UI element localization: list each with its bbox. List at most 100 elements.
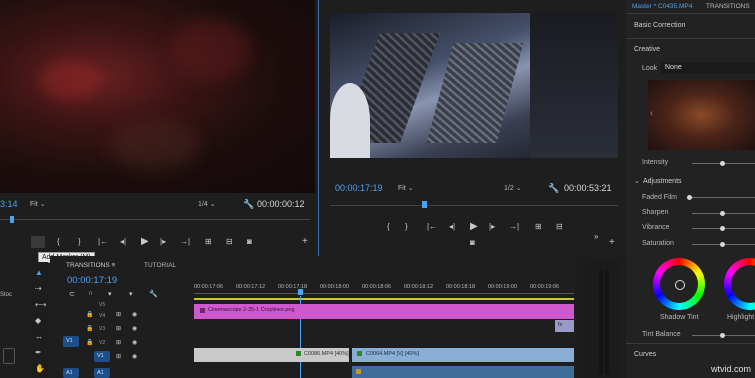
export-frame-icon[interactable]: ◙ xyxy=(470,238,475,247)
step-forward-icon[interactable]: |▸ xyxy=(160,237,166,246)
sync-lock-icon[interactable]: ⊞ xyxy=(116,325,121,332)
lock-icon[interactable]: 🔒 xyxy=(86,339,93,346)
track-select-tool-icon[interactable]: ⇢ xyxy=(35,284,42,293)
intensity-knob[interactable] xyxy=(720,161,725,166)
add-marker-button[interactable] xyxy=(31,236,45,248)
track-v3-label: V3 xyxy=(99,326,106,332)
play-icon[interactable]: ▶ xyxy=(470,221,478,232)
wrench-icon[interactable]: 🔧 xyxy=(149,290,158,298)
sync-lock-icon[interactable]: ⊞ xyxy=(116,311,121,318)
wrench-icon[interactable]: 🔧 xyxy=(548,183,559,194)
overwrite-icon[interactable]: ⊟ xyxy=(226,237,233,246)
source-scrub-bar[interactable] xyxy=(0,216,310,223)
audio-meters xyxy=(585,262,621,378)
add-button-icon[interactable]: + xyxy=(609,237,615,248)
hand-tool-icon[interactable]: ✋ xyxy=(35,364,45,373)
linked-selection-icon[interactable]: ∩ xyxy=(88,290,93,297)
tab-timeline-transitions[interactable]: TRANSITIONS ≡ xyxy=(66,262,115,269)
track-v2-label: V2 xyxy=(99,340,106,346)
program-fit-select[interactable]: Fit ⌄ xyxy=(398,184,414,192)
program-scrub-bar[interactable] xyxy=(330,200,618,210)
pen-tool-icon[interactable]: ✒ xyxy=(35,348,42,357)
section-curves[interactable]: Curves xyxy=(634,351,656,358)
settings-overflow-icon[interactable]: » xyxy=(594,232,598,241)
track-a1-label[interactable]: A1 xyxy=(94,368,110,378)
timeline-settings-icon[interactable]: ▾ xyxy=(129,290,133,298)
saturation-knob[interactable] xyxy=(720,242,725,247)
sync-lock-icon[interactable]: ⊞ xyxy=(116,339,121,346)
tint-balance-label: Tint Balance xyxy=(642,331,681,338)
lock-icon[interactable]: 🔒 xyxy=(86,325,93,332)
playhead-icon[interactable] xyxy=(298,289,303,295)
eye-icon[interactable]: ◉ xyxy=(132,325,137,332)
go-to-in-icon[interactable]: |← xyxy=(427,222,437,231)
watermark: wtvid.com xyxy=(711,364,752,374)
ruler-tick: 00:00:17:12 xyxy=(236,284,266,290)
track-v1-label[interactable]: V1 xyxy=(94,351,110,362)
adjustments-label[interactable]: Adjustments xyxy=(643,178,682,185)
export-frame-icon[interactable]: ◙ xyxy=(247,237,252,246)
step-back-icon[interactable]: ◂| xyxy=(449,222,455,231)
chevron-down-icon[interactable]: ⌄ xyxy=(634,177,640,185)
eye-icon[interactable]: ◉ xyxy=(132,353,137,360)
clip-c0064[interactable]: C0064.MP4 [V] [40%] xyxy=(352,348,574,362)
audio-clip[interactable] xyxy=(352,366,574,378)
program-fraction-select[interactable]: 1/2 ⌄ xyxy=(504,184,522,192)
lock-icon[interactable]: 🔒 xyxy=(86,311,93,318)
go-to-out-icon[interactable]: →| xyxy=(509,222,519,231)
tint-balance-knob[interactable] xyxy=(720,333,725,338)
play-icon[interactable]: ▶ xyxy=(141,236,149,247)
tab-master[interactable]: Master * C0435.MP4 xyxy=(632,3,692,10)
section-creative[interactable]: Creative xyxy=(634,46,660,53)
razor-tool-icon[interactable]: ◆ xyxy=(35,316,41,325)
step-back-icon[interactable]: ◂| xyxy=(120,237,126,246)
highlight-tint-wheel[interactable] xyxy=(724,258,755,310)
source-timecode[interactable]: 3:14 xyxy=(0,199,18,209)
mark-in-icon[interactable]: { xyxy=(57,237,60,246)
clip-cinemascope[interactable]: Cinemascope 2-35-1 Croplines.png xyxy=(194,304,574,319)
ruler-tick: 00:00:18:12 xyxy=(404,284,434,290)
look-select[interactable]: None xyxy=(661,62,755,74)
selection-tool-icon[interactable]: ▲ xyxy=(35,268,43,277)
source-fraction-select[interactable]: 1/4 ⌄ xyxy=(198,200,216,208)
lift-icon[interactable]: ⊞ xyxy=(535,222,542,231)
shadow-tint-label: Shadow Tint xyxy=(660,314,699,321)
snap-icon[interactable]: ⊂ xyxy=(69,290,75,298)
playhead-icon[interactable] xyxy=(10,216,14,223)
menu-icon[interactable]: ≡ xyxy=(112,262,116,269)
mark-out-icon[interactable]: } xyxy=(78,237,81,246)
sync-lock-icon[interactable]: ⊞ xyxy=(116,353,121,360)
playhead-icon[interactable] xyxy=(422,201,427,208)
shadow-tint-wheel[interactable] xyxy=(653,258,705,310)
ripple-tool-icon[interactable]: ⟷ xyxy=(35,300,46,309)
faded-film-slider[interactable] xyxy=(692,197,755,198)
go-to-in-icon[interactable]: |← xyxy=(98,237,108,246)
section-basic-correction[interactable]: Basic Correction xyxy=(634,22,685,29)
extract-icon[interactable]: ⊟ xyxy=(556,222,563,231)
clip-c0086[interactable]: C0086.MP4 [40%] xyxy=(194,348,349,362)
add-marker-icon[interactable]: ▾ xyxy=(108,290,112,298)
chevron-left-icon[interactable]: ‹ xyxy=(650,108,653,119)
eye-icon[interactable]: ◉ xyxy=(132,311,137,318)
source-fit-select[interactable]: Fit ⌄ xyxy=(30,200,46,208)
step-forward-icon[interactable]: |▸ xyxy=(489,222,495,231)
time-ruler[interactable]: 00:00:17:06 00:00:17:12 00:00:17:18 00:0… xyxy=(194,281,574,301)
go-to-out-icon[interactable]: →| xyxy=(180,237,190,246)
tab-tutorial[interactable]: TUTORIAL xyxy=(144,262,176,269)
vibrance-knob[interactable] xyxy=(720,226,725,231)
wrench-icon[interactable]: 🔧 xyxy=(243,199,254,210)
tab-transitions[interactable]: TRANSITIONS xyxy=(706,3,750,10)
track-v1-target[interactable]: V1 xyxy=(63,336,79,347)
program-timecode[interactable]: 00:00:17:19 xyxy=(335,183,383,193)
sharpen-knob[interactable] xyxy=(720,211,725,216)
mark-out-icon[interactable]: } xyxy=(405,222,408,231)
timeline-timecode[interactable]: 00:00:17:19 xyxy=(67,275,117,286)
add-button-icon[interactable]: + xyxy=(302,236,308,247)
mark-in-icon[interactable]: { xyxy=(387,222,390,231)
eye-icon[interactable]: ◉ xyxy=(132,339,137,346)
insert-icon[interactable]: ⊞ xyxy=(205,237,212,246)
track-a1-target[interactable]: A1 xyxy=(63,368,79,378)
look-preview-image xyxy=(648,80,755,150)
slip-tool-icon[interactable]: ↔ xyxy=(35,332,43,341)
clip-transition[interactable]: fx xyxy=(555,320,574,332)
